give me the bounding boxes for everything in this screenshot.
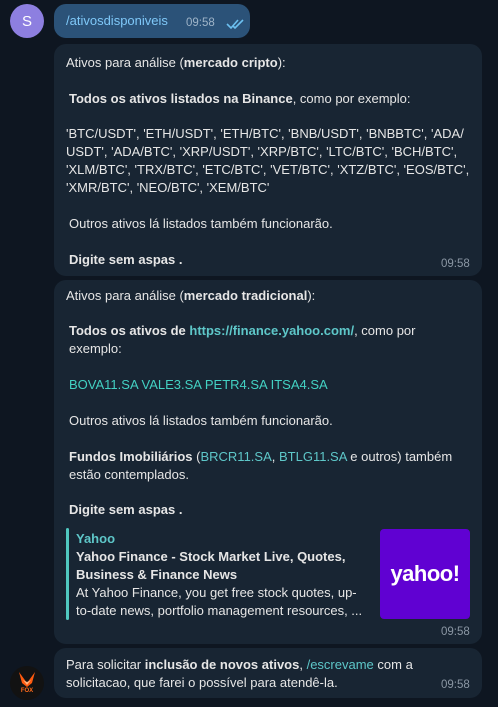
crypto-instruction: Digite sem aspas . — [69, 252, 183, 267]
request-text: Para solicitar inclusão de novos ativos,… — [66, 657, 413, 672]
traditional-tickers: BOVA11.SA VALE3.SA PETR4.SA ITSA4.SA — [69, 377, 328, 392]
link-preview-description: to-date news, portfolio management resou… — [76, 603, 363, 618]
traditional-instruction: Digite sem aspas . — [69, 502, 183, 517]
incoming-message-crypto[interactable]: Ativos para análise (mercado cripto): To… — [54, 44, 482, 276]
fii-line: Fundos Imobiliários (BRCR11.SA, BTLG11.S… — [69, 449, 453, 464]
traditional-intro: Todos os ativos de https://finance.yahoo… — [69, 323, 416, 338]
incoming-message-traditional[interactable]: Ativos para análise (mercado tradicional… — [54, 280, 482, 644]
yahoo-logo-image[interactable]: yahoo! — [380, 529, 470, 619]
fii-line-cont: estão contemplados. — [69, 467, 189, 482]
traditional-note: Outros ativos lá listados também funcion… — [69, 413, 333, 428]
brcr11-link[interactable]: BRCR11.SA — [200, 449, 271, 464]
message-time: 09:58 — [441, 258, 470, 270]
crypto-list-line: 'BTC/USDT', 'ETH/USDT', 'ETH/BTC', 'BNB/… — [66, 126, 464, 141]
crypto-heading: Ativos para análise (mercado cripto): — [66, 55, 286, 70]
crypto-list-line: 'XLM/BTC', 'TRX/BTC', 'ETC/BTC', 'VET/BT… — [66, 162, 470, 177]
link-preview-site[interactable]: Yahoo — [76, 531, 115, 546]
outgoing-message-bubble[interactable]: /ativosdisponiveis 09:58 — [54, 4, 250, 38]
fox-icon — [19, 672, 35, 687]
crypto-intro: Todos os ativos listados na Binance, com… — [69, 91, 411, 106]
traditional-heading: Ativos para análise (mercado tradicional… — [66, 288, 316, 303]
link-preview-bar — [66, 528, 69, 620]
user-avatar[interactable]: S — [10, 4, 44, 38]
request-text-cont: solicitacao, que farei o possível para a… — [66, 675, 338, 690]
link-preview-description: At Yahoo Finance, you get free stock quo… — [76, 585, 357, 600]
traditional-intro-cont: exemplo: — [69, 341, 122, 356]
yahoo-finance-link[interactable]: https://finance.yahoo.com/ — [189, 323, 354, 338]
btlg11-link[interactable]: BTLG11.SA — [279, 449, 347, 464]
escrevame-command-link[interactable]: /escrevame — [307, 657, 374, 672]
bot-avatar-label: FOX — [20, 688, 34, 694]
crypto-list-line: USDT', 'ADA/BTC', 'XRP/USDT', 'XRP/BTC',… — [66, 144, 458, 159]
bot-avatar[interactable]: FOX — [10, 666, 44, 700]
double-check-icon — [226, 19, 244, 30]
crypto-note: Outros ativos lá listados também funcion… — [69, 216, 333, 231]
command-text[interactable]: /ativosdisponiveis — [66, 13, 168, 28]
message-time: 09:58 — [441, 679, 470, 691]
crypto-list-line: 'XMR/BTC', 'NEO/BTC', 'XEM/BTC' — [66, 180, 270, 195]
incoming-message-request[interactable]: Para solicitar inclusão de novos ativos,… — [54, 648, 482, 698]
link-preview-title[interactable]: Yahoo Finance - Stock Market Live, Quote… — [76, 549, 345, 564]
message-time: 09:58 — [186, 17, 215, 29]
link-preview-title[interactable]: Business & Finance News — [76, 567, 237, 582]
message-time: 09:58 — [441, 626, 470, 638]
